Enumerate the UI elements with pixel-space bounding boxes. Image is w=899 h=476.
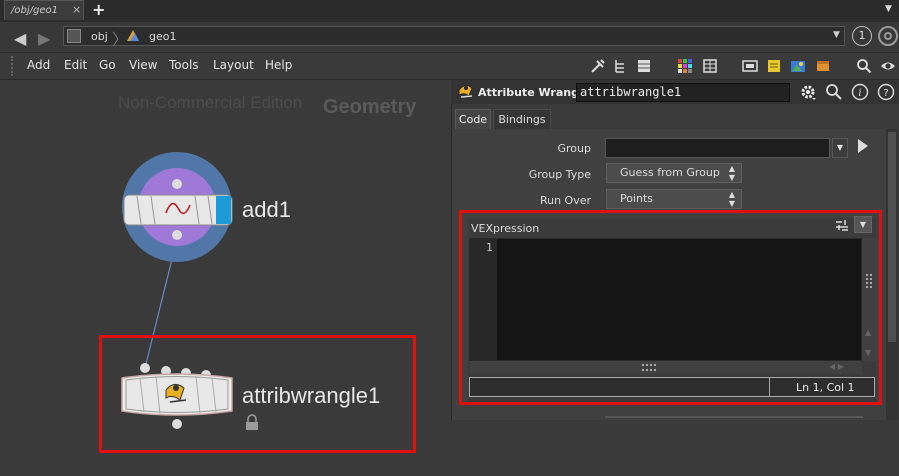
menu-tools[interactable]: Tools	[169, 58, 199, 72]
run-over-menu[interactable]: Points ▲ ▼	[606, 189, 742, 209]
group-type-label: Group Type	[528, 168, 591, 181]
menu-help[interactable]: Help	[265, 58, 292, 72]
node-name-field[interactable]: attribwrangle1	[576, 83, 790, 102]
gear-icon[interactable]	[799, 83, 817, 101]
info-icon[interactable]: i	[851, 83, 869, 101]
next-parm-edge	[605, 416, 863, 418]
tree-icon[interactable]	[612, 58, 628, 74]
tab-bindings[interactable]: Bindings	[493, 109, 551, 129]
geo-node-icon	[127, 30, 139, 41]
group-type-menu[interactable]: Guess from Group ▲ ▼	[606, 163, 742, 183]
updown-icon: ▲ ▼	[728, 164, 735, 182]
group-label: Group	[557, 142, 592, 155]
path-dropdown-icon[interactable]: ▼	[833, 30, 840, 40]
box-icon[interactable]	[815, 58, 831, 74]
list-icon[interactable]	[636, 58, 652, 74]
group-type-value: Guess from Group	[620, 166, 720, 179]
run-over-label: Run Over	[539, 194, 591, 207]
menu-edit[interactable]: Edit	[64, 58, 87, 72]
run-over-value: Points	[620, 192, 654, 205]
group-select-arrow-icon[interactable]	[858, 139, 868, 153]
menu-view[interactable]: View	[129, 58, 157, 72]
highlight-box-vexpression	[459, 210, 882, 405]
group-dropdown-icon[interactable]: ▼	[832, 138, 848, 158]
tab-code[interactable]: Code	[455, 109, 491, 129]
updown-icon: ▲ ▼	[728, 190, 735, 208]
menu-layout[interactable]: Layout	[213, 58, 254, 72]
layout-icon[interactable]	[742, 58, 758, 74]
link-icon[interactable]	[878, 26, 898, 46]
output-connector[interactable]	[172, 230, 182, 240]
wrench-icon[interactable]	[590, 58, 606, 74]
close-tab-icon[interactable]: ×	[72, 0, 81, 20]
tab-label: /obj/geo1	[11, 5, 58, 16]
forward-arrow-icon[interactable]: ▶	[38, 29, 50, 48]
menu-add[interactable]: Add	[27, 58, 50, 72]
grid-icon[interactable]	[702, 58, 718, 74]
tab-menu-icon[interactable]: ▼	[885, 4, 892, 14]
pin-button[interactable]: 1	[852, 26, 872, 46]
back-arrow-icon[interactable]: ◀	[14, 29, 26, 48]
svg-text:i: i	[858, 88, 861, 99]
group-field[interactable]	[605, 138, 830, 158]
node-add1[interactable]	[122, 152, 233, 262]
help-icon[interactable]: ?	[877, 83, 895, 101]
menu-go[interactable]: Go	[99, 58, 116, 72]
display-flag[interactable]	[216, 196, 231, 224]
tab-bar	[0, 0, 899, 22]
note-icon[interactable]	[766, 58, 782, 74]
wrangle-icon	[458, 84, 473, 98]
svg-text:?: ?	[883, 88, 888, 99]
image-icon[interactable]	[790, 58, 806, 74]
path-geo1[interactable]: geo1	[149, 30, 176, 43]
add-tab-button[interactable]: +	[92, 0, 105, 21]
input-connector[interactable]	[172, 179, 182, 189]
color-grid-icon[interactable]	[677, 58, 693, 74]
network-root-icon[interactable]	[67, 29, 81, 43]
node-label-add1[interactable]: add1	[242, 197, 291, 223]
highlight-box-node	[99, 335, 416, 453]
path-obj[interactable]: obj	[91, 30, 108, 43]
grip-handle[interactable]	[11, 56, 17, 76]
search-icon[interactable]	[825, 83, 843, 101]
path-field[interactable]	[63, 26, 845, 46]
node-type-label: Attribute Wrangle	[478, 86, 591, 99]
search-icon[interactable]	[856, 58, 872, 74]
parm-scroll-thumb[interactable]	[888, 132, 896, 342]
eye-icon[interactable]	[880, 58, 896, 74]
